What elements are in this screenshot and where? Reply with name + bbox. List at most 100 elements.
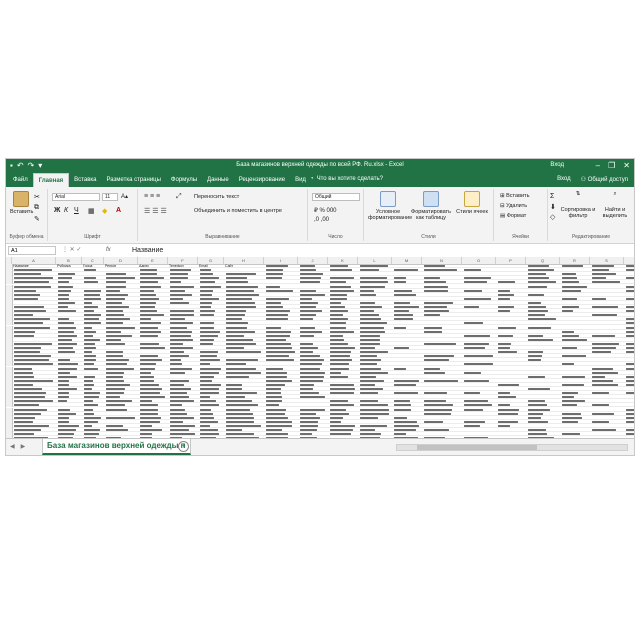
data-cell[interactable]	[359, 391, 391, 395]
data-cell[interactable]	[83, 399, 103, 403]
data-cell[interactable]	[423, 330, 461, 333]
data-cell[interactable]	[105, 330, 137, 333]
data-cell[interactable]	[561, 395, 589, 399]
data-cell[interactable]	[527, 321, 559, 324]
data-cell[interactable]	[299, 309, 327, 313]
data-cell[interactable]	[57, 309, 81, 313]
data-cell[interactable]	[625, 313, 634, 316]
data-cell[interactable]	[423, 367, 461, 370]
data-cell[interactable]	[423, 321, 461, 324]
formula-controls-icon[interactable]: ⋮ ✕ ✓	[62, 246, 81, 253]
data-cell[interactable]	[393, 432, 421, 436]
data-cell[interactable]	[497, 334, 525, 337]
data-cell[interactable]	[359, 362, 391, 366]
data-cell[interactable]	[265, 301, 297, 304]
data-cell[interactable]	[169, 350, 197, 354]
data-cell[interactable]	[265, 272, 297, 276]
data-cell[interactable]	[225, 346, 263, 349]
data-cell[interactable]	[329, 379, 357, 382]
data-cell[interactable]	[359, 428, 391, 431]
data-cell[interactable]	[13, 375, 55, 378]
wrap-text-button[interactable]: Переносить текст	[194, 194, 239, 200]
data-cell[interactable]	[527, 362, 559, 365]
data-cell[interactable]	[199, 317, 223, 320]
restore-button[interactable]: ❐	[608, 161, 615, 170]
data-cell[interactable]	[57, 280, 81, 284]
data-cell[interactable]	[393, 346, 421, 349]
data-cell[interactable]	[57, 399, 81, 403]
data-cell[interactable]	[423, 395, 461, 398]
data-cell[interactable]	[225, 334, 263, 337]
data-cell[interactable]	[225, 313, 263, 317]
data-cell[interactable]	[497, 264, 525, 267]
data-cell[interactable]	[497, 276, 525, 279]
data-cell[interactable]	[591, 362, 623, 365]
data-cell[interactable]	[527, 428, 559, 431]
data-cell[interactable]	[13, 367, 55, 370]
data-cell[interactable]	[57, 432, 81, 436]
column-header-r[interactable]: R	[560, 257, 590, 264]
data-cell[interactable]	[57, 305, 81, 308]
data-cell[interactable]	[265, 264, 297, 267]
data-cell[interactable]	[497, 371, 525, 374]
data-cell[interactable]	[591, 326, 623, 329]
data-cell[interactable]	[561, 305, 589, 308]
data-cell[interactable]	[591, 334, 623, 337]
data-cell[interactable]	[625, 391, 634, 395]
data-cell[interactable]	[463, 387, 495, 390]
data-cell[interactable]	[423, 379, 461, 382]
data-cell[interactable]	[105, 420, 137, 423]
data-cell[interactable]	[105, 408, 137, 411]
data-cell[interactable]	[561, 403, 589, 407]
data-cell[interactable]	[393, 387, 421, 390]
data-cell[interactable]	[423, 289, 461, 292]
data-cell[interactable]	[57, 330, 81, 333]
data-cell[interactable]	[13, 412, 55, 415]
data-cell[interactable]	[359, 309, 391, 313]
data-cell[interactable]	[591, 420, 623, 423]
data-cell[interactable]	[497, 313, 525, 316]
data-cell[interactable]	[169, 272, 197, 276]
data-cell[interactable]	[299, 334, 327, 337]
find-select-button[interactable]: ⌕ Найти и выделить	[598, 191, 632, 219]
data-cell[interactable]	[329, 375, 357, 378]
data-cell[interactable]	[591, 305, 623, 308]
data-cell[interactable]	[169, 280, 197, 284]
data-cell[interactable]	[625, 420, 634, 423]
data-cell[interactable]	[265, 305, 297, 308]
data-cell[interactable]	[139, 289, 167, 292]
data-cell[interactable]	[561, 309, 589, 313]
data-cell[interactable]	[199, 358, 223, 362]
data-cell[interactable]	[497, 358, 525, 361]
header-cell[interactable]: Город	[83, 264, 103, 267]
data-cell[interactable]	[13, 432, 55, 436]
column-header-c[interactable]: C	[82, 257, 104, 264]
data-cell[interactable]	[423, 305, 461, 308]
data-cell[interactable]	[393, 362, 421, 365]
data-cell[interactable]	[329, 399, 357, 403]
data-cell[interactable]	[561, 280, 589, 284]
data-cell[interactable]	[329, 305, 357, 308]
data-cell[interactable]	[105, 272, 137, 276]
data-cell[interactable]	[169, 342, 197, 345]
data-cell[interactable]	[13, 408, 55, 411]
data-cell[interactable]	[13, 424, 55, 427]
data-cell[interactable]	[329, 428, 357, 431]
data-cell[interactable]	[199, 338, 223, 341]
data-cell[interactable]	[463, 293, 495, 296]
data-cell[interactable]	[169, 309, 197, 313]
data-cell[interactable]	[139, 305, 167, 308]
data-cell[interactable]	[329, 313, 357, 317]
data-cell[interactable]	[497, 424, 525, 427]
borders-icon[interactable]: ▦	[88, 207, 95, 215]
data-cell[interactable]	[423, 350, 461, 353]
data-cell[interactable]	[83, 330, 103, 333]
data-cell[interactable]	[497, 309, 525, 313]
data-cell[interactable]	[591, 358, 623, 361]
data-cell[interactable]	[265, 379, 297, 382]
data-cell[interactable]	[359, 313, 391, 317]
data-cell[interactable]	[393, 268, 421, 272]
data-cell[interactable]	[625, 432, 634, 436]
data-cell[interactable]	[329, 403, 357, 407]
data-cell[interactable]	[105, 416, 137, 419]
